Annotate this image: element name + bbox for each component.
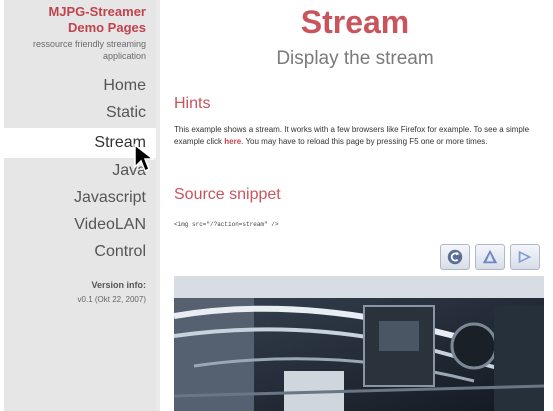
main-content: Stream Display the stream Hints This exa… xyxy=(160,0,550,411)
stream-image xyxy=(174,276,544,411)
source-snippet-heading: Source snippet xyxy=(174,186,281,203)
reload-button[interactable] xyxy=(440,244,470,270)
sidebar: MJPG-Streamer Demo Pages ressource frien… xyxy=(4,0,156,411)
version-value: v0.1 (Okt 22, 2007) xyxy=(77,295,146,304)
mouse-pointer-icon xyxy=(134,143,156,173)
page-subtitle: Display the stream xyxy=(276,48,434,69)
nav-item-videolan[interactable]: VideoLAN xyxy=(6,216,146,234)
nav-item-javascript[interactable]: Javascript xyxy=(6,189,146,207)
hints-here-link[interactable]: here xyxy=(224,137,241,146)
hints-heading: Hints xyxy=(174,95,211,112)
code-snippet: <img src="/?action=stream" /> xyxy=(174,221,279,228)
logo-title: MJPG-Streamer xyxy=(48,4,146,19)
version-label: Version info: xyxy=(91,280,146,290)
play-button[interactable] xyxy=(510,244,540,270)
tagline: ressource friendly streaming application xyxy=(32,39,146,61)
nav-item-home[interactable]: Home xyxy=(6,77,146,95)
reload-icon xyxy=(447,249,463,265)
play-icon xyxy=(518,250,532,264)
browser-frame: MJPG-Streamer Demo Pages ressource frien… xyxy=(4,0,550,411)
page-title: Stream xyxy=(300,4,410,40)
logo-subtitle: Demo Pages xyxy=(67,20,146,35)
rotate-icon xyxy=(482,249,498,264)
nav-item-java[interactable]: Java xyxy=(6,162,146,180)
hints-text-end: . You may have to reload this page by pr… xyxy=(241,137,488,146)
nav-item-static[interactable]: Static xyxy=(6,104,146,122)
hints-paragraph: This example shows a stream. It works wi… xyxy=(174,124,546,148)
nav-item-control[interactable]: Control xyxy=(6,243,146,261)
stream-toolbar xyxy=(440,244,540,270)
stream-frame-graphic xyxy=(174,276,544,411)
rotate-button[interactable] xyxy=(475,244,505,270)
